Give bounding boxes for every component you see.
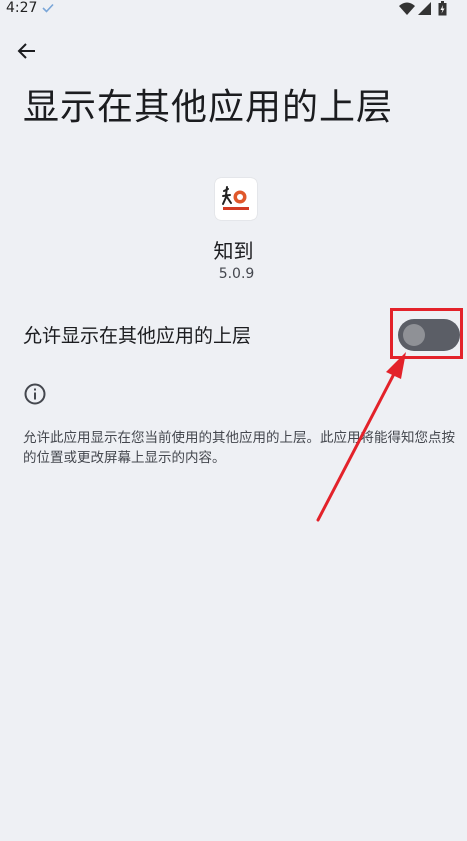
annotation-arrow [316, 352, 406, 522]
